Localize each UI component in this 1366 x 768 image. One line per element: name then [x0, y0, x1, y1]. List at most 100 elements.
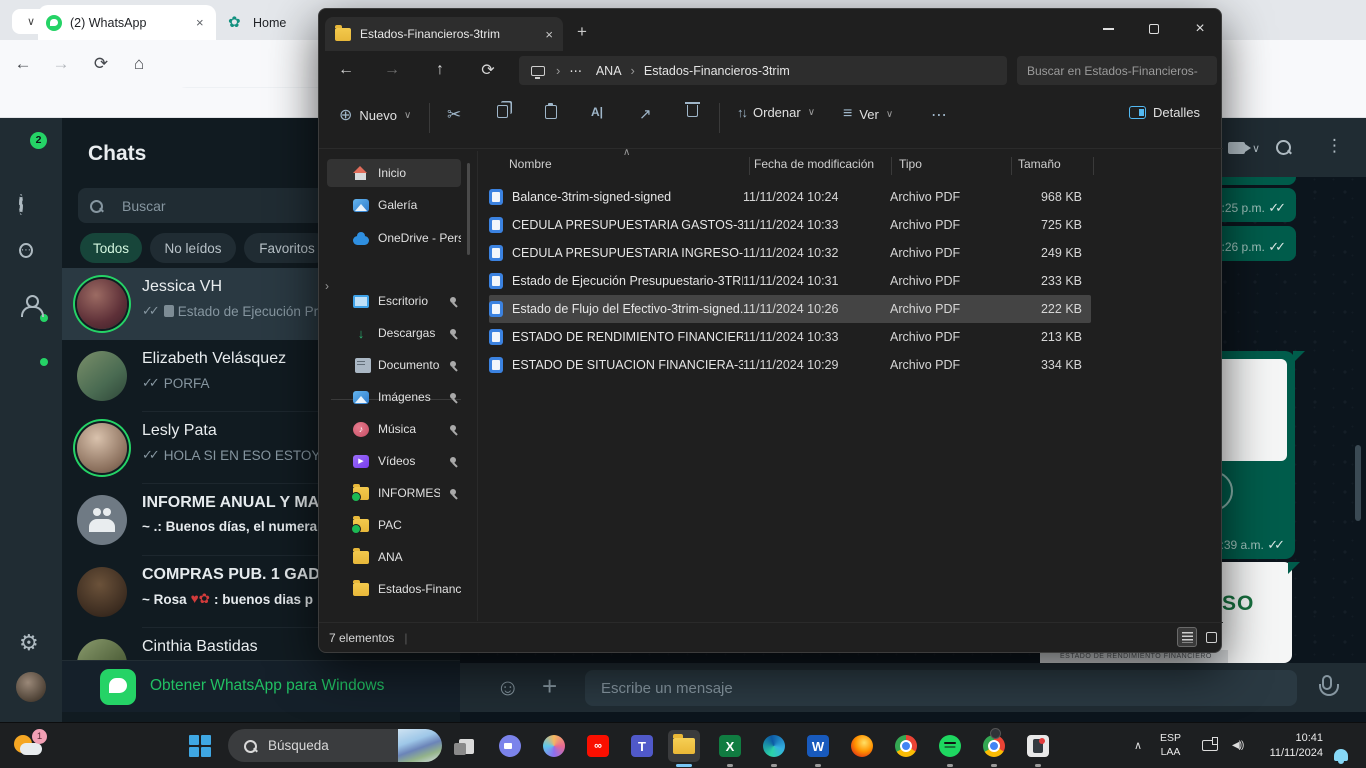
divider[interactable] — [1011, 157, 1012, 175]
column-nombre[interactable]: Nombre — [509, 157, 552, 171]
explorer-search-input[interactable] — [1027, 64, 1207, 78]
more-commands-icon[interactable]: ⋯ — [931, 105, 947, 125]
file-row-selected[interactable]: Estado de Flujo del Efectivo-3trim-signe… — [489, 295, 1091, 323]
taskbar-word[interactable]: W — [802, 730, 834, 762]
back-icon[interactable]: ← — [331, 56, 361, 84]
nav-musica[interactable]: ♪Música — [327, 415, 461, 443]
view-button[interactable]: ≡Ver∨ — [843, 105, 893, 123]
column-tipo[interactable]: Tipo — [899, 157, 922, 171]
home-icon[interactable]: ⌂ — [126, 51, 152, 77]
breadcrumb[interactable]: › ⋯ ANA › Estados-Financieros-3trim — [519, 56, 1007, 85]
nav-imagenes[interactable]: Imágenes — [327, 383, 461, 411]
large-icons-view-toggle[interactable] — [1201, 627, 1221, 647]
paste-icon[interactable] — [545, 105, 557, 119]
taskbar-file-explorer-active[interactable] — [668, 730, 700, 762]
file-row[interactable]: ESTADO DE RENDIMIENTO FINANCIERO-... 11/… — [489, 323, 1091, 351]
breadcrumb-current[interactable]: Estados-Financieros-3trim — [644, 64, 790, 78]
video-call-icon[interactable] — [1228, 142, 1245, 154]
nav-documentos[interactable]: Documentos — [327, 351, 461, 379]
taskbar-copilot[interactable] — [538, 730, 570, 762]
nav-inicio[interactable]: Inicio — [327, 159, 461, 187]
forward-icon[interactable]: → — [48, 51, 74, 77]
nav-pac[interactable]: PAC — [327, 511, 461, 539]
collapsed-crumbs-icon[interactable]: ⋯ — [569, 63, 582, 78]
copy-icon[interactable] — [497, 105, 508, 118]
taskbar-firefox[interactable] — [846, 730, 878, 762]
taskbar-search[interactable]: Búsqueda — [228, 729, 442, 762]
nav-informes[interactable]: INFORMES — [327, 479, 461, 507]
communities-icon[interactable] — [19, 294, 43, 318]
status-icon[interactable] — [19, 196, 43, 220]
emoji-icon[interactable]: ☺ — [496, 674, 519, 701]
clock[interactable]: 10:4111/11/2024 — [1255, 731, 1323, 761]
column-tamano[interactable]: Tamaño — [1018, 157, 1061, 171]
nav-onedrive[interactable]: OneDrive - Pers — [327, 224, 461, 252]
conversation-menu-icon[interactable]: ⋮ — [1326, 136, 1343, 156]
notifications-bell-icon[interactable] — [1334, 749, 1348, 761]
minimize-button[interactable] — [1085, 9, 1131, 49]
nav-escritorio[interactable]: Escritorio — [327, 287, 461, 315]
tab-close-icon[interactable]: × — [545, 27, 553, 42]
start-button[interactable] — [184, 730, 216, 762]
taskbar-excel[interactable]: X — [714, 730, 746, 762]
maximize-button[interactable] — [1131, 9, 1177, 49]
explorer-tab[interactable]: Estados-Financieros-3trim × — [325, 17, 563, 51]
tab-whatsapp[interactable]: (2) WhatsApp × — [38, 5, 216, 40]
mic-icon[interactable] — [1322, 675, 1332, 690]
network-icon[interactable] — [1202, 740, 1218, 751]
share-icon[interactable]: ↗ — [639, 105, 652, 123]
call-chevron-icon[interactable]: ∨ — [1252, 142, 1260, 155]
taskbar-chrome[interactable] — [890, 730, 922, 762]
divider[interactable] — [891, 157, 892, 175]
file-row[interactable]: Balance-3trim-signed-signed 11/11/2024 1… — [489, 183, 1091, 211]
weather-widget[interactable]: 1 — [12, 729, 48, 763]
nav-ana[interactable]: ANA — [327, 543, 461, 571]
sort-button[interactable]: ↑↓Ordenar∨ — [737, 105, 815, 120]
this-pc-icon[interactable] — [531, 66, 545, 76]
explorer-search-box[interactable] — [1017, 56, 1217, 85]
refresh-icon[interactable]: ⟳ — [473, 56, 503, 84]
file-row[interactable]: ESTADO DE SITUACION FINANCIERA-3tri... 1… — [489, 351, 1091, 379]
settings-gear-icon[interactable]: ⚙ — [19, 630, 43, 654]
task-view-button[interactable] — [450, 730, 482, 762]
details-pane-button[interactable]: Detalles — [1129, 105, 1200, 120]
taskbar-chrome-profile[interactable] — [978, 730, 1010, 762]
up-icon[interactable]: ↑ — [425, 56, 455, 84]
cut-icon[interactable]: ✂ — [447, 105, 461, 125]
close-button[interactable]: × — [1177, 9, 1223, 49]
volume-icon[interactable]: ◀)) — [1232, 740, 1243, 751]
back-icon[interactable]: ← — [10, 51, 36, 77]
file-row[interactable]: CEDULA PRESUPUESTARIA INGRESO-3TRI... 11… — [489, 239, 1091, 267]
taskbar-app-dark[interactable] — [1022, 730, 1054, 762]
nav-galeria[interactable]: Galería — [327, 191, 461, 219]
new-button[interactable]: ⊕Nuevo∨ — [339, 105, 411, 125]
taskbar-spotify[interactable] — [934, 730, 966, 762]
nav-descargas[interactable]: ↓Descargas — [327, 319, 461, 347]
filter-no-leidos[interactable]: No leídos — [150, 233, 236, 263]
filter-todos[interactable]: Todos — [80, 233, 142, 263]
message-input[interactable] — [585, 670, 1297, 706]
details-view-toggle[interactable] — [1177, 627, 1197, 647]
file-row[interactable]: Estado de Ejecución Presupuestario-3TRI.… — [489, 267, 1091, 295]
taskbar-chat-app[interactable] — [494, 730, 526, 762]
tab-home[interactable]: ✿ Home — [222, 5, 332, 40]
reload-icon[interactable]: ⟳ — [88, 51, 114, 77]
forward-icon[interactable]: → — [377, 56, 407, 84]
nav-scrollbar[interactable] — [467, 163, 470, 255]
delete-icon[interactable] — [687, 105, 698, 117]
divider[interactable] — [749, 157, 750, 175]
rename-icon[interactable]: A| — [591, 105, 603, 119]
divider[interactable] — [1093, 157, 1094, 175]
taskbar-acrobat[interactable]: ∞ — [582, 730, 614, 762]
column-fecha[interactable]: Fecha de modificación — [754, 157, 874, 171]
nav-estados-financieros[interactable]: Estados-Financi — [327, 575, 461, 603]
taskbar-edge[interactable] — [758, 730, 790, 762]
tab-close-icon[interactable]: × — [196, 15, 208, 30]
breadcrumb-ana[interactable]: ANA — [596, 64, 622, 78]
taskbar-teams[interactable]: T — [626, 730, 658, 762]
file-row[interactable]: CEDULA PRESUPUESTARIA GASTOS-3TRI... 11/… — [489, 211, 1091, 239]
attach-plus-icon[interactable]: + — [542, 671, 557, 702]
get-whatsapp-banner[interactable]: Obtener WhatsApp para Windows — [62, 660, 460, 712]
language-indicator[interactable]: ESPLAA — [1160, 731, 1181, 759]
profile-avatar[interactable] — [16, 672, 46, 702]
